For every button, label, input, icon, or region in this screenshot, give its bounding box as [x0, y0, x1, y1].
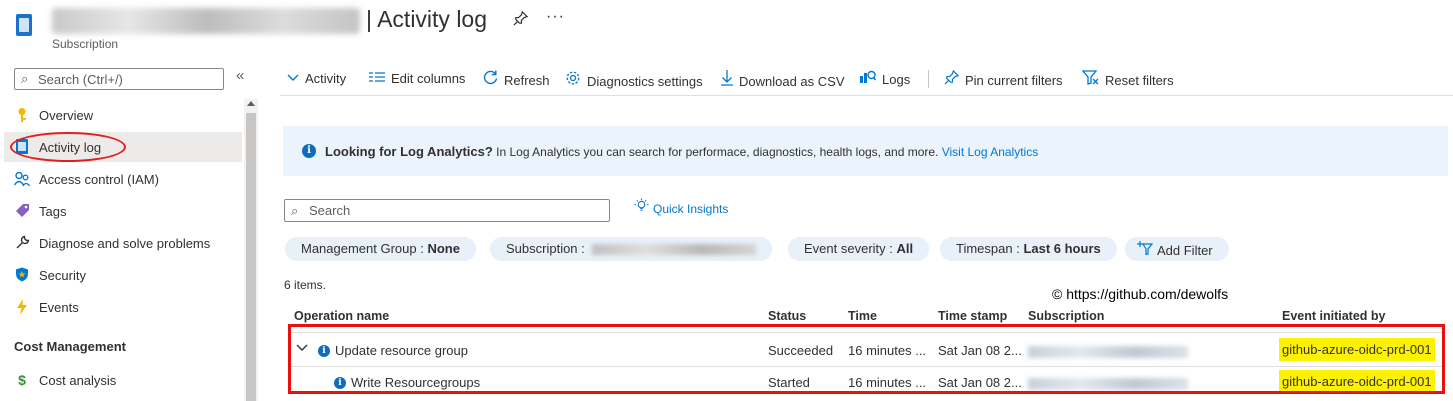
- copyright-watermark: © https://github.com/dewolfs: [1052, 286, 1229, 302]
- filter-label: Add Filter: [1157, 243, 1213, 258]
- events-search-input[interactable]: ⌕ Search: [284, 199, 610, 222]
- sidebar-item-label: Overview: [39, 108, 94, 123]
- refresh-icon: [483, 70, 498, 88]
- filter-event-severity[interactable]: Event severity : All: [788, 237, 930, 261]
- lightning-icon: [14, 299, 30, 315]
- logs-icon: [860, 70, 877, 87]
- columns-icon: [369, 70, 385, 86]
- column-header-initiated-by[interactable]: Event initiated by: [1282, 309, 1386, 323]
- toolbar-label: Reset filters: [1105, 73, 1174, 88]
- filter-value: All: [896, 241, 914, 256]
- filter-value: Last 6 hours: [1023, 241, 1101, 256]
- scroll-up-icon[interactable]: [247, 101, 255, 106]
- sidebar-item-label: Diagnose and solve problems: [39, 236, 211, 251]
- toolbar-label: Edit columns: [391, 71, 466, 86]
- search-icon: ⌕: [21, 71, 29, 86]
- lightbulb-icon: [634, 198, 649, 216]
- add-filter-icon: [1137, 241, 1154, 258]
- toolbar-label: Diagnostics settings: [587, 74, 703, 89]
- column-header-subscription[interactable]: Subscription: [1028, 309, 1104, 323]
- add-filter-button[interactable]: Add Filter: [1125, 237, 1229, 261]
- filter-label: Subscription :: [506, 241, 589, 256]
- sidebar-item-events[interactable]: Events: [4, 292, 242, 322]
- toolbar-divider: [280, 95, 1453, 96]
- column-header-operation[interactable]: Operation name: [294, 309, 389, 323]
- toolbar-label: Activity: [305, 71, 347, 86]
- sidebar-item-label: Tags: [39, 204, 67, 219]
- filter-reset-icon: [1081, 70, 1099, 88]
- scrollbar-thumb[interactable]: [246, 113, 256, 401]
- refresh-button[interactable]: Refresh: [483, 70, 550, 90]
- sidebar-item-tags[interactable]: Tags: [4, 196, 242, 226]
- subscription-name-redacted: [52, 8, 360, 34]
- key-icon: [14, 107, 30, 123]
- page-subtitle: Subscription: [52, 37, 119, 51]
- sidebar-search-input[interactable]: ⌕ Search (Ctrl+/): [14, 68, 224, 90]
- page-title: | Activity log: [366, 6, 488, 32]
- annotation-rectangle: [288, 324, 1445, 394]
- sidebar-section-cost-management: Cost Management: [14, 339, 126, 354]
- sidebar-item-label: Security: [39, 268, 86, 283]
- filter-label: Event severity :: [804, 241, 897, 256]
- diagnostics-settings-button[interactable]: Diagnostics settings: [565, 70, 703, 90]
- sidebar-item-diagnose[interactable]: Diagnose and solve problems: [4, 228, 242, 258]
- annotation-ellipse: [10, 132, 126, 162]
- filter-value: None: [427, 241, 460, 256]
- items-count: 6 items.: [284, 278, 327, 292]
- banner-body: In Log Analytics you can search for perf…: [492, 145, 942, 159]
- search-icon: ⌕: [291, 203, 299, 218]
- sidebar-scrollbar[interactable]: [244, 99, 258, 401]
- sidebar-item-overview[interactable]: Overview: [4, 100, 242, 130]
- column-header-status[interactable]: Status: [768, 309, 806, 323]
- filter-subscription[interactable]: Subscription :: [490, 237, 773, 261]
- chevron-down-icon: [287, 70, 299, 86]
- sidebar-item-label: Events: [39, 300, 79, 315]
- logs-button[interactable]: Logs: [860, 70, 910, 90]
- cost-icon: $: [18, 372, 26, 388]
- banner-text: Looking for Log Analytics? In Log Analyt…: [325, 144, 1038, 159]
- column-header-timestamp[interactable]: Time stamp: [938, 309, 1007, 323]
- filter-timespan[interactable]: Timespan : Last 6 hours: [940, 237, 1117, 261]
- sidebar-search-placeholder: Search (Ctrl+/): [38, 72, 123, 87]
- banner-bold: Looking for Log Analytics?: [325, 144, 493, 159]
- wrench-icon: [14, 235, 30, 251]
- toolbar-label: Pin current filters: [965, 73, 1063, 88]
- quick-insights-link[interactable]: Quick Insights: [634, 198, 728, 216]
- toolbar-label: Download as CSV: [739, 74, 845, 89]
- pin-filters-button[interactable]: Pin current filters: [944, 69, 1063, 90]
- more-options-button[interactable]: ···: [546, 8, 565, 26]
- filter-label: Management Group :: [301, 241, 428, 256]
- filter-label: Timespan :: [956, 241, 1024, 256]
- toolbar-separator: [928, 70, 929, 88]
- sidebar-item-cost-analysis[interactable]: $ Cost analysis: [4, 365, 242, 395]
- subscription-redacted: [592, 244, 757, 256]
- sidebar-item-label: Cost analysis: [39, 373, 117, 388]
- quick-insights-label: Quick Insights: [653, 202, 729, 216]
- info-icon: i: [302, 144, 316, 158]
- download-csv-button[interactable]: Download as CSV: [721, 70, 845, 90]
- toolbar-label: Refresh: [504, 73, 550, 88]
- collapse-sidebar-button[interactable]: «: [236, 67, 244, 84]
- pin-icon: [944, 69, 960, 88]
- activity-dropdown-button[interactable]: Activity: [287, 70, 346, 90]
- toolbar-label: Logs: [882, 72, 911, 87]
- shield-icon: [14, 267, 30, 283]
- sidebar-item-access-control[interactable]: Access control (IAM): [4, 164, 242, 194]
- tag-icon: [14, 203, 30, 219]
- pin-icon[interactable]: [513, 10, 529, 30]
- download-icon: [721, 70, 733, 89]
- events-search-placeholder: Search: [309, 203, 351, 218]
- reset-filters-button[interactable]: Reset filters: [1081, 70, 1174, 90]
- people-icon: [13, 171, 31, 187]
- subscription-icon: [16, 14, 32, 36]
- sidebar-item-label: Access control (IAM): [39, 172, 159, 187]
- filter-management-group[interactable]: Management Group : None: [285, 237, 476, 261]
- log-analytics-banner: i Looking for Log Analytics? In Log Anal…: [283, 126, 1448, 176]
- edit-columns-button[interactable]: Edit columns: [369, 70, 465, 90]
- gear-icon: [565, 70, 581, 89]
- visit-log-analytics-link[interactable]: Visit Log Analytics: [942, 145, 1039, 159]
- column-header-time[interactable]: Time: [848, 309, 877, 323]
- sidebar-item-security[interactable]: Security: [4, 260, 242, 290]
